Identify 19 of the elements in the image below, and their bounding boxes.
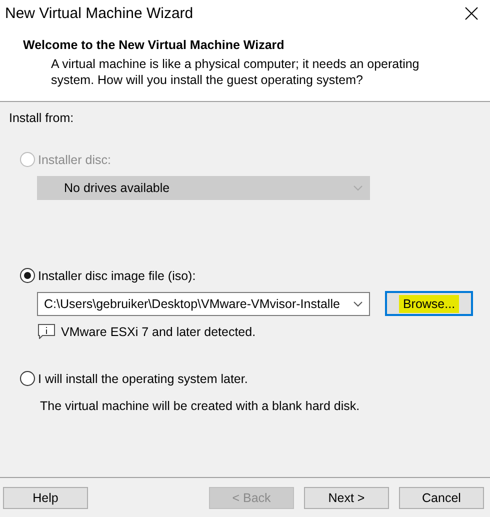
install-from-label: Install from: xyxy=(9,111,75,125)
dialog-button[interactable]: Help xyxy=(3,486,88,508)
browse-button[interactable]: Browse... xyxy=(385,291,473,316)
window-title: New Virtual Machine Wizard xyxy=(5,4,194,22)
radio-option[interactable]: I will install the operating system later. xyxy=(20,371,490,386)
radio-button[interactable] xyxy=(20,371,35,386)
wizard-description: A virtual machine is like a physical computer; it needs an operating system. How will you install the guest operating system? xyxy=(51,56,420,88)
close-icon[interactable] xyxy=(465,6,478,20)
iso-path-field[interactable]: C:\Users\gebruiker\Desktop\VMware-VMvisor-Installe xyxy=(37,292,370,316)
caret-icon xyxy=(353,300,363,306)
caret-icon xyxy=(353,185,363,191)
radio-button[interactable] xyxy=(20,268,35,283)
option-description: The virtual machine will be created with a blank hard disk. xyxy=(40,399,361,413)
detection-note: VMware ESXi 7 and later detected. xyxy=(61,324,256,338)
radio-option[interactable]: Installer disc image file (iso): xyxy=(20,268,490,283)
wizard-heading: Welcome to the New Virtual Machine Wizard xyxy=(23,38,286,52)
dialog-button[interactable]: Next > xyxy=(304,486,389,508)
dialog-button[interactable]: Cancel xyxy=(399,486,484,508)
info-icon xyxy=(38,324,55,339)
